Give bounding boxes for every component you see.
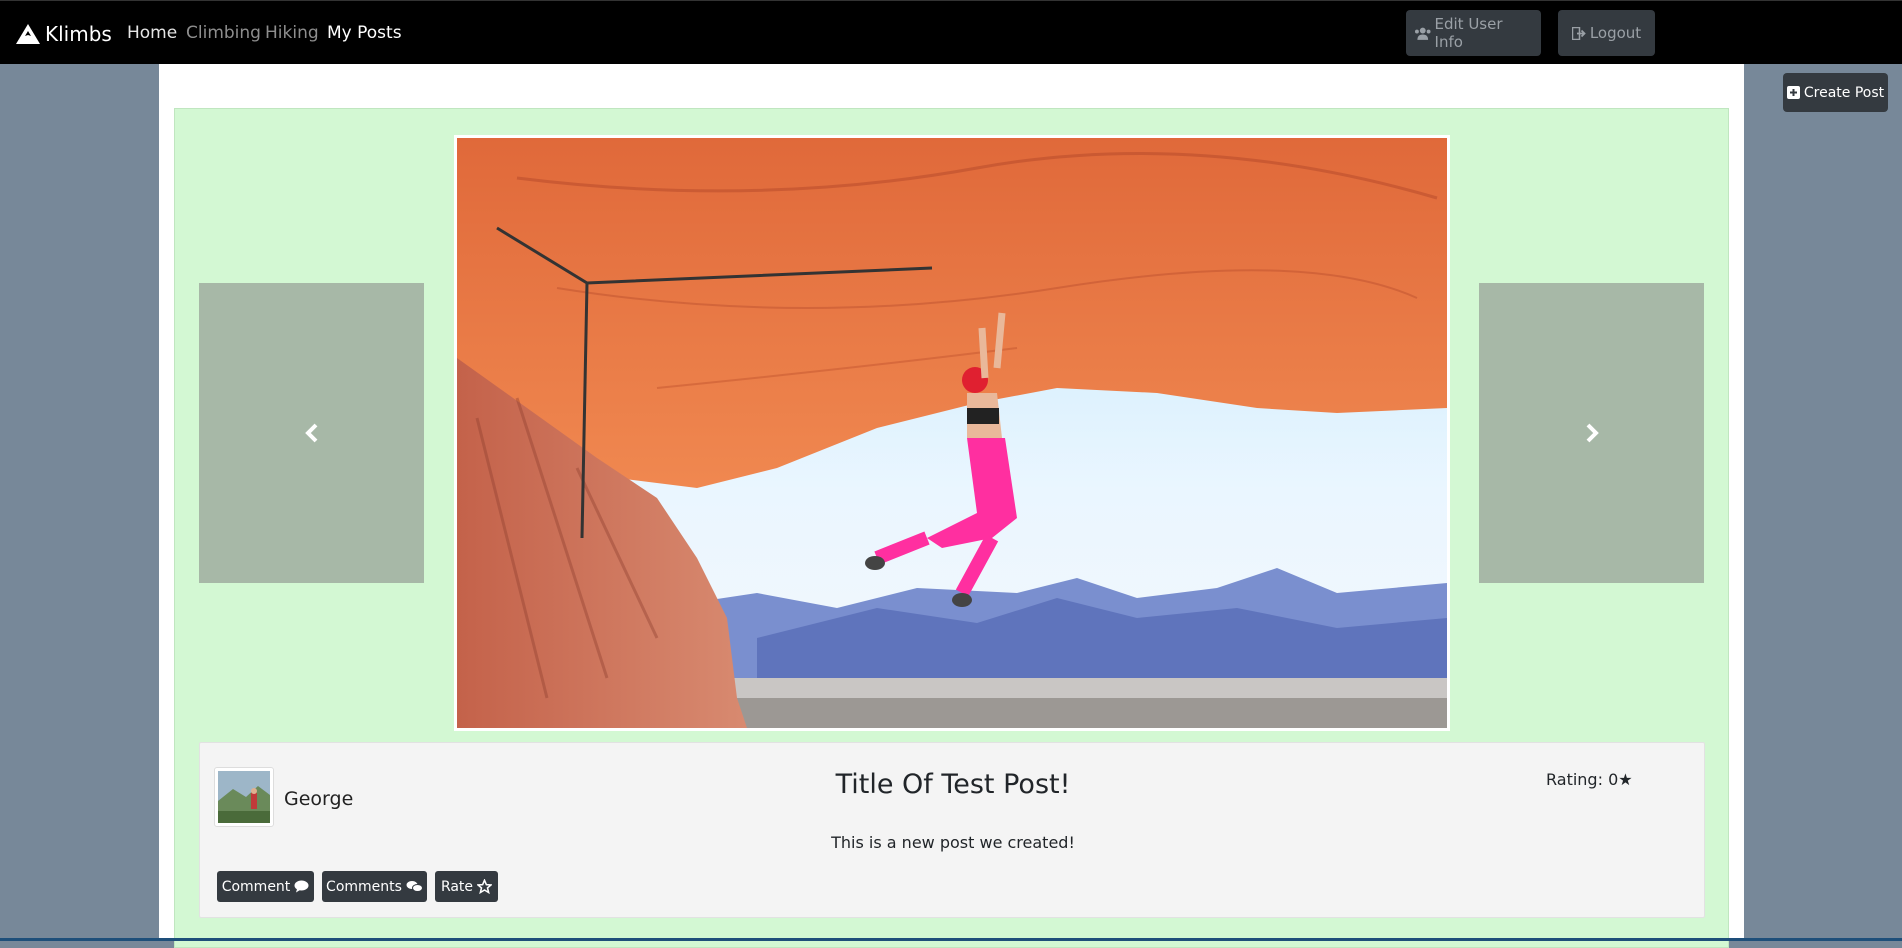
post-image — [454, 135, 1450, 731]
edit-user-info-label: Edit User Info — [1434, 15, 1503, 51]
mountain-icon — [16, 24, 40, 44]
rate-label: Rate — [440, 878, 474, 895]
post-body: This is a new post we created! — [831, 833, 1075, 852]
post-rating: Rating: 0★ — [1546, 770, 1633, 789]
nav-home[interactable]: Home — [127, 23, 177, 43]
nav-hiking[interactable]: Hiking — [265, 23, 319, 43]
nav-climbing[interactable]: Climbing — [186, 23, 261, 43]
comment-button[interactable]: Comment — [217, 871, 314, 902]
plus-square-icon — [1786, 86, 1800, 99]
comments-label: Comments — [326, 878, 402, 895]
chevron-right-icon — [1586, 423, 1599, 443]
carousel-prev-button[interactable] — [199, 283, 424, 583]
nav-my-posts[interactable]: My Posts — [327, 23, 402, 43]
carousel-next-button[interactable] — [1479, 283, 1704, 583]
logout-label: Logout — [1589, 24, 1642, 42]
navbar: Klimbs Home Climbing Hiking My Posts Edi… — [0, 0, 1902, 64]
post-card: George Title Of Test Post! Rating: 0★ Th… — [199, 742, 1705, 918]
rate-button[interactable]: Rate — [435, 871, 498, 902]
chevron-left-icon — [304, 423, 317, 443]
create-post-button[interactable]: Create Post — [1783, 73, 1888, 112]
brand-logo[interactable]: Klimbs — [15, 19, 112, 49]
comment-icon — [294, 880, 309, 893]
post-title: Title Of Test Post! — [835, 769, 1071, 800]
edit-user-info-button[interactable]: Edit User Info — [1406, 10, 1541, 56]
comments-button[interactable]: Comments — [322, 871, 427, 902]
create-post-label: Create Post — [1803, 84, 1885, 101]
comment-label: Comment — [221, 878, 291, 895]
logout-button[interactable]: Logout — [1558, 10, 1655, 56]
brand-name: Klimbs — [45, 22, 112, 46]
sign-out-icon — [1571, 26, 1586, 40]
users-icon — [1414, 27, 1431, 40]
star-icon — [477, 879, 493, 894]
comments-icon — [406, 881, 423, 892]
